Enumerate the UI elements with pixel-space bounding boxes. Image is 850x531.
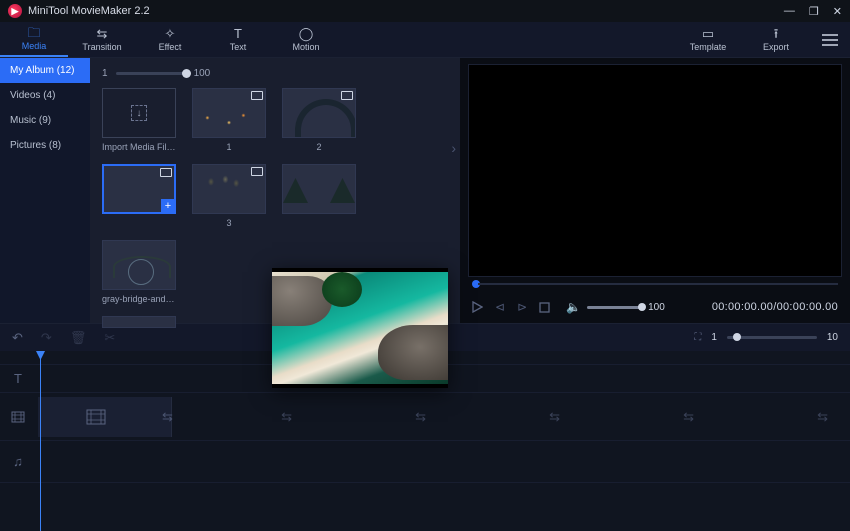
track-label-audio: ♫	[0, 441, 36, 483]
fit-button[interactable]: ⛶	[694, 332, 701, 343]
tab-label: Transition	[82, 42, 121, 52]
film-icon	[11, 411, 25, 423]
title-bar: ▶ MiniTool MovieMaker 2.2 — ❐ ✕	[0, 0, 850, 22]
transition-slot-icon[interactable]: ⇆	[549, 409, 560, 425]
aspect-icon	[251, 167, 263, 176]
transition-slot-icon[interactable]: ⇆	[281, 409, 292, 425]
timeline-slot[interactable]: ⇆	[440, 397, 574, 437]
media-thumb[interactable]: gray-bridge-and-trees...	[102, 240, 176, 304]
main-toolbar: 🗀 Media ⇆ Transition ✧ Effect T Text ◯ M…	[0, 22, 850, 58]
media-thumb[interactable]	[282, 164, 356, 228]
transition-slot-icon[interactable]: ⇆	[162, 409, 173, 425]
play-icon	[472, 301, 483, 313]
aspect-icon	[251, 91, 263, 100]
split-button[interactable]: ✂	[104, 330, 115, 346]
clip-film-icon	[86, 409, 106, 425]
media-thumb[interactable]: 2	[282, 88, 356, 152]
motion-icon: ◯	[299, 27, 314, 40]
maximize-button[interactable]: ❐	[809, 5, 819, 18]
drag-preview	[272, 268, 448, 388]
collapse-preview-button[interactable]: ›	[451, 140, 456, 156]
export-icon: ⭱	[774, 27, 779, 40]
template-button[interactable]: ▭ Template	[674, 22, 742, 57]
tab-label: Effect	[159, 42, 182, 52]
tl-zoom-max: 10	[827, 332, 838, 343]
media-thumb[interactable]	[102, 316, 176, 328]
track-label-text: T	[0, 365, 36, 393]
volume-value: 100	[648, 302, 665, 313]
main-area: My Album (12) Videos (4) Music (9) Pictu…	[0, 58, 850, 323]
seek-bar[interactable]	[468, 277, 842, 291]
tab-media[interactable]: 🗀 Media	[0, 22, 68, 57]
download-icon: ↓	[131, 105, 147, 121]
sidebar-item-pictures[interactable]: Pictures (8)	[0, 133, 90, 158]
timeline-zoom-slider[interactable]	[727, 336, 817, 339]
transition-slot-icon[interactable]: ⇆	[415, 409, 426, 425]
redo-button[interactable]: ↷	[41, 330, 52, 346]
menu-button[interactable]	[810, 22, 850, 57]
text-icon: T	[234, 27, 242, 40]
stop-icon	[539, 302, 550, 313]
timeline-slot[interactable]: ⇆	[574, 397, 708, 437]
tab-effect[interactable]: ✧ Effect	[136, 22, 204, 57]
tab-label: Media	[22, 41, 47, 51]
track-label-video	[0, 393, 36, 441]
tab-label: Motion	[292, 42, 319, 52]
zoom-max-label: 100	[194, 68, 211, 79]
transition-slot-icon[interactable]: ⇆	[683, 409, 694, 425]
minimize-button[interactable]: —	[784, 5, 795, 18]
app-title: MiniTool MovieMaker 2.2	[28, 5, 150, 17]
hamburger-icon	[822, 34, 838, 46]
delete-button[interactable]: 🗑	[70, 330, 87, 346]
tl-zoom-min: 1	[711, 332, 717, 343]
volume-icon[interactable]: 🔈	[566, 300, 581, 314]
sidebar: My Album (12) Videos (4) Music (9) Pictu…	[0, 58, 90, 323]
tab-label: Template	[690, 42, 727, 52]
play-button[interactable]	[472, 301, 483, 313]
add-to-timeline-icon[interactable]: +	[161, 199, 175, 213]
import-media-button[interactable]: ↓ Import Media Files	[102, 88, 176, 152]
aspect-icon	[160, 168, 172, 177]
media-library: 1 100 ↓ Import Media Files 1 2	[90, 58, 460, 323]
volume-slider[interactable]	[587, 306, 642, 309]
folder-icon: 🗀	[27, 26, 40, 39]
timeline-slot[interactable]: ⇆	[708, 397, 842, 437]
undo-button[interactable]: ↶	[12, 330, 23, 346]
preview-panel: ⊲ ⊳ 🔈 100 00:00:00.00/00:00:00.00	[460, 58, 850, 323]
sidebar-item-music[interactable]: Music (9)	[0, 108, 90, 133]
stop-button[interactable]	[539, 302, 550, 313]
tab-motion[interactable]: ◯ Motion	[272, 22, 340, 57]
import-label: Import Media Files	[102, 142, 176, 152]
thumbnail-zoom-slider[interactable]	[116, 72, 186, 75]
tab-transition[interactable]: ⇆ Transition	[68, 22, 136, 57]
timeline-slot[interactable]: ⇆	[306, 397, 440, 437]
media-thumb[interactable]: 1	[192, 88, 266, 152]
tab-text[interactable]: T Text	[204, 22, 272, 57]
video-track[interactable]: ⇆ ⇆ ⇆ ⇆ ⇆ ⇆	[36, 393, 850, 441]
aspect-icon	[341, 91, 353, 100]
audio-track[interactable]	[36, 441, 850, 483]
tab-label: Text	[230, 42, 247, 52]
zoom-min-label: 1	[102, 68, 108, 79]
next-frame-button[interactable]: ⊳	[517, 300, 527, 314]
sidebar-item-myalbum[interactable]: My Album (12)	[0, 58, 90, 83]
media-thumb[interactable]: 3	[192, 164, 266, 228]
close-button[interactable]: ✕	[833, 5, 842, 18]
transition-icon: ⇆	[97, 27, 108, 40]
app-logo-icon: ▶	[8, 4, 22, 18]
effect-icon: ✧	[165, 27, 176, 40]
timeline-slot[interactable]: ⇆	[172, 397, 306, 437]
media-thumb-selected[interactable]: +	[102, 164, 176, 228]
timecode: 00:00:00.00/00:00:00.00	[712, 301, 838, 313]
sidebar-item-videos[interactable]: Videos (4)	[0, 83, 90, 108]
timeline-playhead[interactable]	[40, 351, 41, 531]
template-icon: ▭	[702, 27, 714, 40]
transition-slot-icon[interactable]: ⇆	[817, 409, 828, 425]
export-button[interactable]: ⭱ Export	[742, 22, 810, 57]
video-preview[interactable]	[468, 64, 842, 277]
prev-frame-button[interactable]: ⊲	[495, 300, 505, 314]
tab-label: Export	[763, 42, 789, 52]
timeline-clip[interactable]: ⇆	[38, 397, 172, 437]
